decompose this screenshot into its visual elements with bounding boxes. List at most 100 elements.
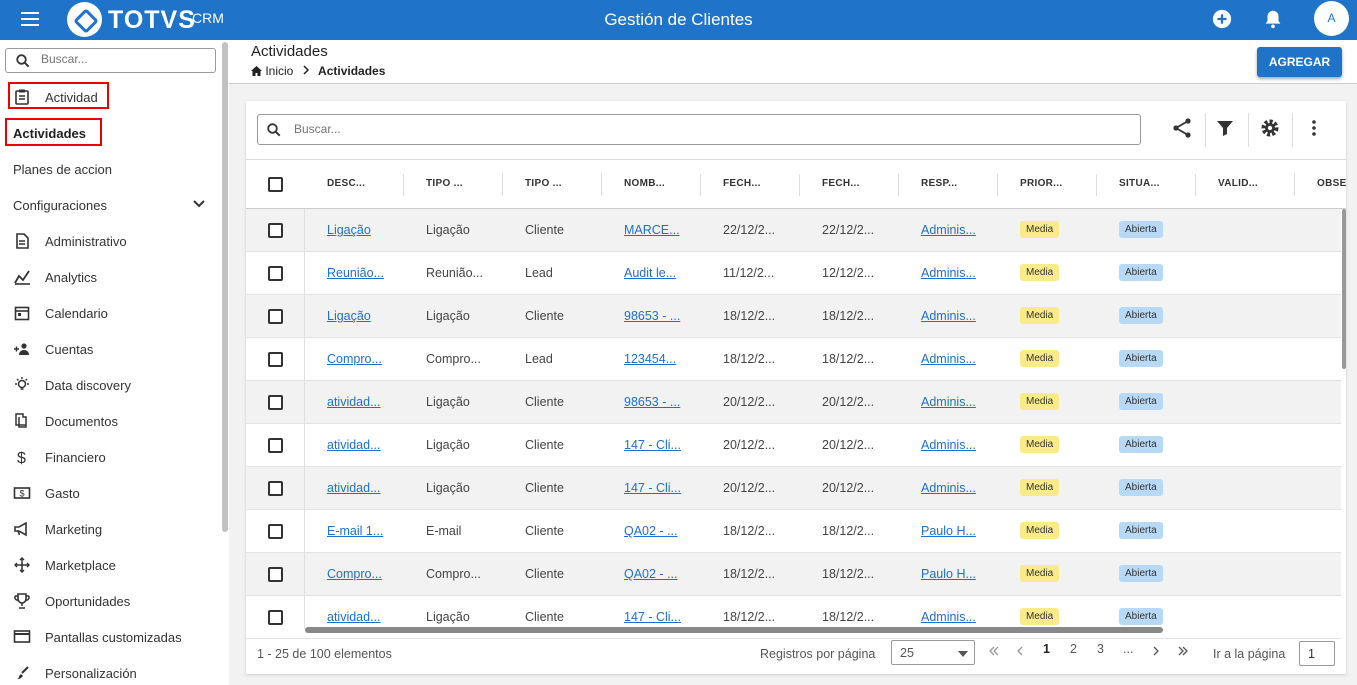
description-link[interactable]: Reunião... bbox=[327, 266, 384, 280]
column-divider[interactable] bbox=[799, 174, 800, 196]
share-icon[interactable] bbox=[1170, 116, 1194, 140]
name-link[interactable]: QA02 - ... bbox=[624, 524, 678, 538]
select-all-checkbox[interactable] bbox=[268, 177, 283, 192]
add-circle-icon[interactable] bbox=[1211, 8, 1233, 30]
name-link[interactable]: 98653 - ... bbox=[624, 395, 680, 409]
more-vertical-icon[interactable] bbox=[1302, 116, 1326, 140]
name-link[interactable]: QA02 - ... bbox=[624, 567, 678, 581]
grid-search[interactable] bbox=[257, 114, 1141, 145]
column-header[interactable]: PRIOR... bbox=[1020, 178, 1062, 189]
description-link[interactable]: Compro... bbox=[327, 352, 382, 366]
filter-icon[interactable] bbox=[1213, 116, 1237, 140]
page-ellipsis[interactable]: ... bbox=[1123, 642, 1133, 656]
table-row[interactable]: Ligação Ligação Cliente MARCE... 22/12/2… bbox=[246, 209, 1341, 252]
sidebar-item-administrativo[interactable]: Administrativo bbox=[0, 223, 220, 259]
sidebar-item-pantallas-customizadas[interactable]: Pantallas customizadas bbox=[0, 619, 220, 655]
sidebar-item-gasto[interactable]: $ Gasto bbox=[0, 475, 220, 511]
row-checkbox[interactable] bbox=[268, 610, 283, 625]
column-header[interactable]: FECH... bbox=[822, 178, 860, 189]
name-link[interactable]: 123454... bbox=[624, 352, 676, 366]
table-row[interactable]: atividad... Ligação Cliente 147 - Cli...… bbox=[246, 467, 1341, 510]
horizontal-scrollbar[interactable] bbox=[305, 627, 1163, 633]
name-link[interactable]: Audit le... bbox=[624, 266, 676, 280]
sidebar-item-personalizacion[interactable]: Personalización bbox=[0, 655, 220, 685]
column-divider[interactable] bbox=[403, 174, 404, 196]
sidebar-item-configuraciones[interactable]: Configuraciones bbox=[0, 187, 220, 223]
column-header[interactable]: RESP... bbox=[921, 178, 957, 189]
description-link[interactable]: atividad... bbox=[327, 610, 381, 624]
column-divider[interactable] bbox=[502, 174, 503, 196]
page-2[interactable]: 2 bbox=[1070, 642, 1077, 656]
grid-search-input[interactable] bbox=[294, 122, 894, 136]
last-page-icon[interactable] bbox=[1177, 646, 1189, 656]
responsible-link[interactable]: Adminis... bbox=[921, 438, 976, 452]
per-page-select[interactable]: 25 bbox=[891, 640, 975, 665]
table-row[interactable]: Compro... Compro... Lead 123454... 18/12… bbox=[246, 338, 1341, 381]
row-checkbox[interactable] bbox=[268, 438, 283, 453]
column-header[interactable]: DESC... bbox=[327, 178, 365, 189]
row-checkbox[interactable] bbox=[268, 266, 283, 281]
responsible-link[interactable]: Adminis... bbox=[921, 481, 976, 495]
previous-page-icon[interactable] bbox=[1016, 646, 1024, 656]
page-1[interactable]: 1 bbox=[1043, 642, 1050, 656]
table-row[interactable]: atividad... Ligação Cliente 98653 - ... … bbox=[246, 381, 1341, 424]
description-link[interactable]: atividad... bbox=[327, 438, 381, 452]
responsible-link[interactable]: Adminis... bbox=[921, 223, 976, 237]
row-checkbox[interactable] bbox=[268, 481, 283, 496]
name-link[interactable]: 147 - Cli... bbox=[624, 481, 681, 495]
column-header[interactable]: OBSE... bbox=[1317, 178, 1346, 189]
row-checkbox[interactable] bbox=[268, 352, 283, 367]
sidebar-item-analytics[interactable]: Analytics bbox=[0, 259, 220, 295]
name-link[interactable]: 147 - Cli... bbox=[624, 610, 681, 624]
avatar[interactable]: A bbox=[1314, 1, 1349, 36]
name-link[interactable]: MARCE... bbox=[624, 223, 680, 237]
sidebar-item-calendario[interactable]: Calendario bbox=[0, 295, 220, 331]
responsible-link[interactable]: Adminis... bbox=[921, 395, 976, 409]
sidebar-item-cuentas[interactable]: Cuentas bbox=[0, 331, 220, 367]
row-checkbox[interactable] bbox=[268, 567, 283, 582]
column-divider[interactable] bbox=[1096, 174, 1097, 196]
description-link[interactable]: Ligação bbox=[327, 223, 371, 237]
column-divider[interactable] bbox=[997, 174, 998, 196]
notification-bell-icon[interactable] bbox=[1262, 8, 1284, 30]
vertical-scrollbar[interactable] bbox=[1342, 209, 1346, 369]
description-link[interactable]: Compro... bbox=[327, 567, 382, 581]
name-link[interactable]: 147 - Cli... bbox=[624, 438, 681, 452]
name-link[interactable]: 98653 - ... bbox=[624, 309, 680, 323]
row-checkbox[interactable] bbox=[268, 524, 283, 539]
breadcrumb-home[interactable]: Inicio bbox=[265, 64, 293, 78]
column-header[interactable]: NOMB... bbox=[624, 178, 665, 189]
table-row[interactable]: Reunião... Reunião... Lead Audit le... 1… bbox=[246, 252, 1341, 295]
row-checkbox[interactable] bbox=[268, 395, 283, 410]
responsible-link[interactable]: Adminis... bbox=[921, 266, 976, 280]
table-row[interactable]: Compro... Compro... Cliente QA02 - ... 1… bbox=[246, 553, 1341, 596]
description-link[interactable]: E-mail 1... bbox=[327, 524, 383, 538]
description-link[interactable]: atividad... bbox=[327, 481, 381, 495]
column-divider[interactable] bbox=[1195, 174, 1196, 196]
column-header[interactable]: FECH... bbox=[723, 178, 761, 189]
column-header[interactable]: VALID... bbox=[1218, 178, 1258, 189]
sidebar-item-marketing[interactable]: Marketing bbox=[0, 511, 220, 547]
page-3[interactable]: 3 bbox=[1097, 642, 1104, 656]
table-row[interactable]: atividad... Ligação Cliente 147 - Cli...… bbox=[246, 424, 1341, 467]
column-divider[interactable] bbox=[1294, 174, 1295, 196]
sidebar-item-oportunidades[interactable]: Oportunidades bbox=[0, 583, 220, 619]
first-page-icon[interactable] bbox=[988, 646, 1000, 656]
column-header[interactable]: TIPO ... bbox=[426, 178, 463, 189]
responsible-link[interactable]: Adminis... bbox=[921, 352, 976, 366]
sidebar-scrollbar[interactable] bbox=[222, 42, 228, 532]
column-header[interactable]: TIPO ... bbox=[525, 178, 562, 189]
table-row[interactable]: E-mail 1... E-mail Cliente QA02 - ... 18… bbox=[246, 510, 1341, 553]
column-divider[interactable] bbox=[601, 174, 602, 196]
sidebar-search[interactable] bbox=[5, 48, 216, 73]
add-button[interactable]: AGREGAR bbox=[1257, 47, 1342, 77]
next-page-icon[interactable] bbox=[1152, 646, 1160, 656]
sidebar-item-planes-de-accion[interactable]: Planes de accion bbox=[0, 151, 220, 187]
responsible-link[interactable]: Paulo H... bbox=[921, 524, 976, 538]
column-header[interactable]: SITUA... bbox=[1119, 178, 1160, 189]
sidebar-item-marketplace[interactable]: Marketplace bbox=[0, 547, 220, 583]
responsible-link[interactable]: Adminis... bbox=[921, 309, 976, 323]
column-divider[interactable] bbox=[700, 174, 701, 196]
column-divider[interactable] bbox=[898, 174, 899, 196]
sidebar-search-input[interactable] bbox=[41, 52, 211, 66]
